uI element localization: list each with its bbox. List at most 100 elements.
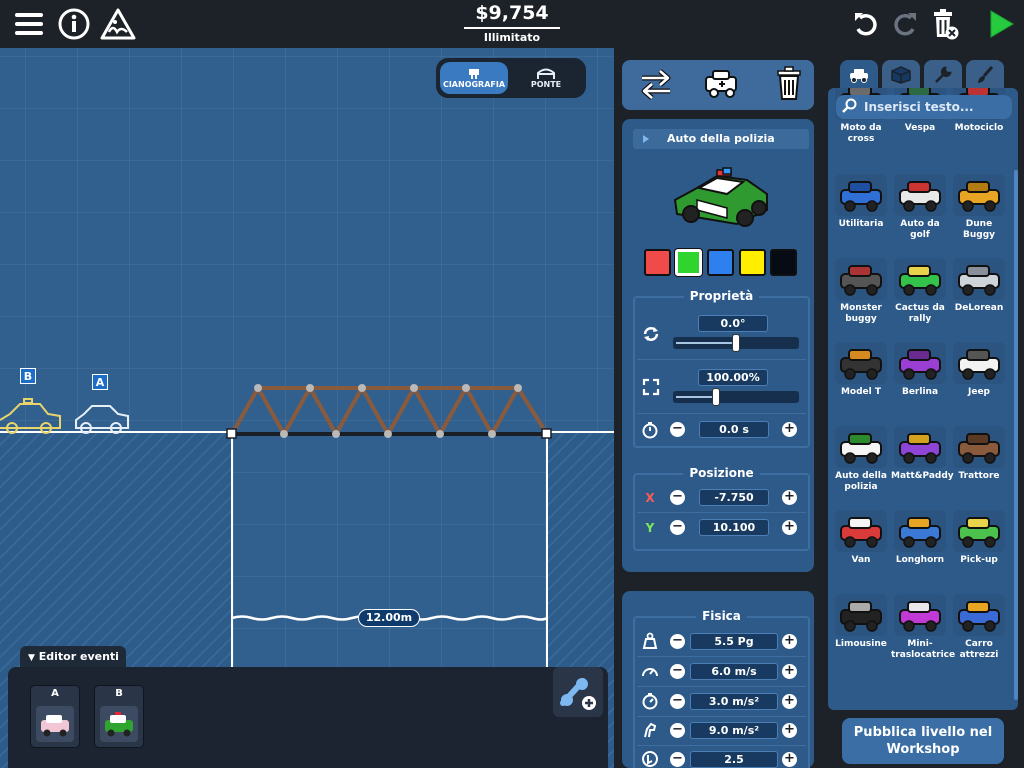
deceleration-plus-button[interactable]: + [782,723,797,738]
bridge-icon [537,68,555,79]
mass-minus-button[interactable]: − [670,634,685,649]
scale-icon [642,378,660,396]
mass-plus-button[interactable]: + [782,634,797,649]
scale-slider-knob[interactable] [712,388,720,406]
swap-direction-icon[interactable] [638,66,674,106]
deceleration-value[interactable]: 9.0 m/s² [690,722,778,739]
span-length-badge: 12.00m [358,609,420,627]
deceleration-minus-button[interactable]: − [670,723,685,738]
delay-minus-button[interactable]: − [670,422,685,437]
vehicle-name-bar[interactable]: Auto della polizia [633,129,809,149]
vehicle-thumbnail[interactable] [835,426,887,468]
vehicle-name-label: Dune Buggy [962,219,996,240]
event-slot-a[interactable]: A [30,685,80,748]
marker-a[interactable]: A [92,374,108,390]
x-plus-button[interactable]: + [782,490,797,505]
brush-icon [978,66,994,83]
speed-minus-button[interactable]: − [670,664,685,679]
vehicle-thumbnail[interactable] [953,258,1005,300]
y-plus-button[interactable]: + [782,520,797,535]
vehicle-thumbnail[interactable] [953,174,1005,216]
x-axis-label: X [645,491,655,505]
vehicle-toolbar [622,60,814,110]
last-value[interactable]: 2.5 [690,751,778,768]
color-swatch-yellow[interactable] [739,249,766,276]
vehicle-name-label: Matt&Paddy [891,471,954,481]
vehicle-thumbnail[interactable] [835,342,887,384]
marker-b[interactable]: B [20,368,36,384]
vehicle-icon [958,601,1000,632]
event-slot-label: B [115,688,123,699]
vehicle-thumbnail[interactable] [894,594,946,636]
play-icon[interactable] [983,6,1019,42]
tab-paint[interactable] [966,60,1004,90]
vehicle-thumbnail[interactable] [953,510,1005,552]
color-swatch-red[interactable] [644,249,671,276]
tab-objects[interactable] [882,60,920,90]
acceleration-value[interactable]: 3.0 m/s² [690,693,778,710]
last-plus-button[interactable]: + [782,752,797,767]
event-slot-b[interactable]: B [94,685,144,748]
color-swatch-green[interactable] [675,249,702,276]
vehicle-name-label: Auto da golf [900,219,940,240]
weight-icon [641,632,659,650]
undo-icon[interactable] [848,6,884,42]
publish-workshop-button[interactable]: Pubblica livello nel Workshop [842,718,1004,764]
stress-icon[interactable] [100,6,136,42]
add-vehicle-icon[interactable] [702,67,742,107]
blueprint-view-label: CIANOGRAFIA [442,79,506,89]
vehicle-thumbnail[interactable] [953,594,1005,636]
y-value[interactable]: 10.100 [699,519,769,536]
vehicle-icon [958,265,1000,296]
car-icon [850,69,868,83]
speed-plus-button[interactable]: + [782,664,797,679]
speed-icon [641,662,659,680]
tab-tools[interactable] [924,60,962,90]
vehicle-thumbnail[interactable] [953,342,1005,384]
vehicle-icon [899,433,941,464]
y-minus-button[interactable]: − [670,520,685,535]
blueprint-view-button[interactable]: CIANOGRAFIA [440,62,508,94]
police-car-icon [673,167,768,227]
vehicle-name-label: Monster buggy [840,303,882,324]
catalog-scrollbar[interactable] [1014,170,1018,700]
add-event-button[interactable] [553,667,603,717]
menu-icon[interactable] [11,6,47,42]
acceleration-plus-button[interactable]: + [782,694,797,709]
info-icon[interactable] [56,6,92,42]
x-value[interactable]: -7.750 [699,489,769,506]
speed-value[interactable]: 6.0 m/s [690,663,778,680]
scale-slider[interactable] [673,388,799,406]
vehicle-thumbnail[interactable] [835,174,887,216]
position-title: Posizione [633,466,810,480]
vehicle-name-label: Trattore [958,471,1000,481]
vehicle-thumbnail[interactable] [894,174,946,216]
delay-plus-button[interactable]: + [782,422,797,437]
vehicle-thumbnail[interactable] [835,510,887,552]
mass-value[interactable]: 5.5 Pg [690,633,778,650]
vehicle-thumbnail[interactable] [894,426,946,468]
tab-vehicles[interactable] [840,60,878,90]
delete-all-icon[interactable] [927,6,963,42]
rotation-slider-knob[interactable] [732,334,740,352]
last-minus-button[interactable]: − [670,752,685,767]
x-minus-button[interactable]: − [670,490,685,505]
redo-icon[interactable] [887,6,923,42]
color-swatch-blue[interactable] [707,249,734,276]
color-swatch-black[interactable] [770,249,797,276]
bridge-truss [230,383,549,439]
rotation-slider[interactable] [673,334,799,352]
bridge-view-button[interactable]: PONTE [512,62,580,94]
vehicle-thumbnail[interactable] [835,258,887,300]
search-input[interactable]: Inserisci testo... [836,95,1012,119]
acceleration-minus-button[interactable]: − [670,694,685,709]
vehicle-thumbnail[interactable] [894,510,946,552]
vehicle-thumbnail[interactable] [835,594,887,636]
vehicle-thumbnail[interactable] [894,342,946,384]
vehicle-thumbnail[interactable] [894,258,946,300]
physics-title: Fisica [633,609,810,623]
delete-vehicle-icon[interactable] [772,66,806,106]
vehicle-thumbnail[interactable] [953,426,1005,468]
vehicle-name-label: Utilitaria [838,219,884,229]
properties-title: Proprietà [633,289,810,303]
